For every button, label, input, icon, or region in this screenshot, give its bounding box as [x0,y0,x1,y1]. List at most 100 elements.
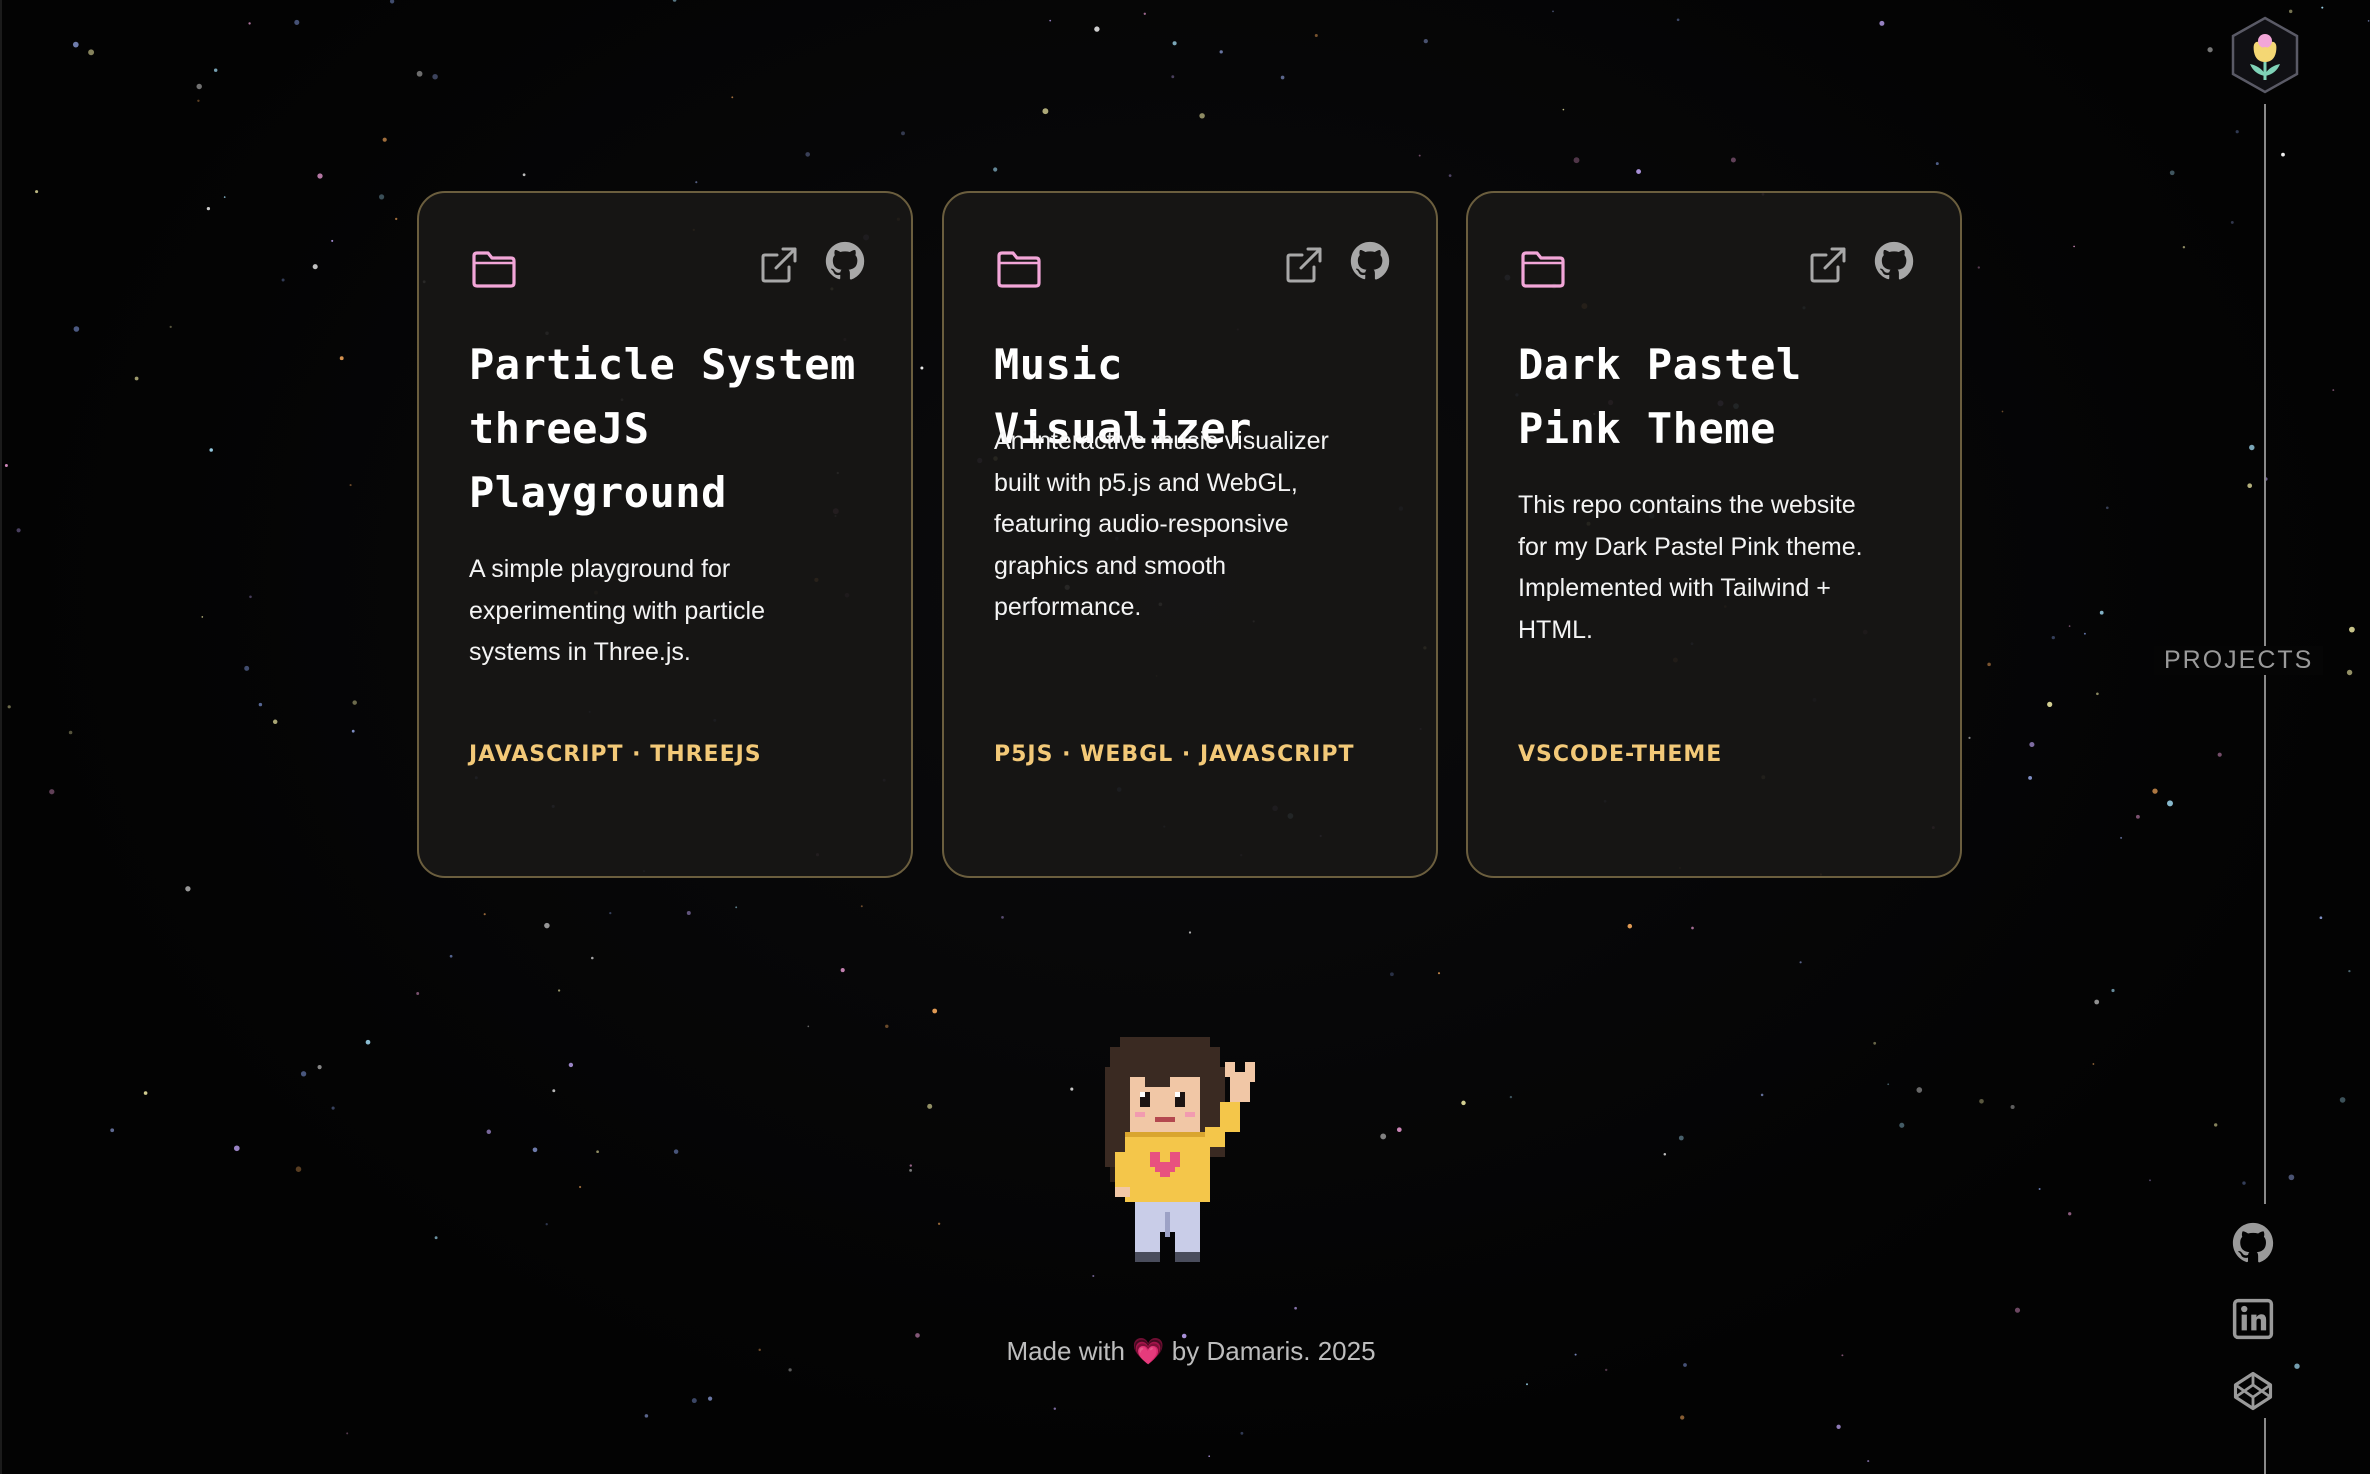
star [2319,916,2323,920]
star [449,954,453,958]
star [68,730,73,735]
star [197,99,200,103]
folder-icon [997,251,1041,288]
star [1636,169,1642,175]
star [88,49,95,56]
star [932,1008,938,1014]
star [1935,162,1939,166]
star [673,1149,679,1154]
star [1390,972,1394,977]
star [1987,662,1991,667]
project-title[interactable]: Dark Pastel Pink Theme [1518,333,1928,461]
star [2028,775,2033,780]
star [300,1071,307,1077]
star [196,83,202,90]
star [1171,75,1175,79]
github-icon[interactable] [825,241,865,281]
star [7,705,11,709]
star [1968,736,1971,739]
star [389,0,395,4]
star [1240,1431,1244,1435]
star [16,528,21,533]
codepen-icon[interactable] [2232,1370,2274,1412]
footer-prefix: Made with [1006,1336,1125,1366]
star [1437,972,1441,975]
star [686,911,691,915]
star [4,464,8,467]
github-icon[interactable] [2232,1222,2274,1264]
star [532,1147,538,1153]
star [483,913,486,916]
star [2288,1174,2295,1181]
star [349,484,352,487]
project-tags: JAVASCRIPT · THREEJS [469,742,762,767]
star [110,1128,115,1133]
star [486,1129,492,1135]
star [2281,152,2285,157]
star [805,152,811,157]
star [2288,9,2293,14]
linkedin-icon[interactable] [2232,1298,2274,1340]
star [346,1432,349,1435]
star [568,1062,574,1068]
star [2135,814,2140,819]
star [2242,1181,2246,1185]
tulip-hexagon-logo-icon[interactable] [2230,16,2300,94]
star [294,19,300,25]
star [2001,410,2004,413]
star [248,22,251,25]
star [579,1185,582,1189]
star [1418,154,1421,157]
star [2120,836,2123,839]
star [2249,444,2255,451]
github-icon[interactable] [1874,241,1914,281]
star [2348,969,2351,973]
star [395,217,398,221]
external-link-icon[interactable] [1284,245,1324,285]
star [1879,20,1885,26]
star [1676,18,1680,22]
star [1094,26,1100,32]
star [1423,38,1428,44]
star [2099,610,2104,615]
star [557,989,561,992]
star [72,41,79,48]
star [2092,1063,2095,1065]
star [544,922,550,929]
star [522,173,526,177]
star [2230,220,2234,224]
external-link-icon[interactable] [1808,245,1848,285]
star [731,96,734,99]
star [1208,1455,1211,1458]
star [1899,1122,1905,1128]
star [2152,788,2158,794]
star [2182,245,2186,249]
star [552,1089,556,1093]
star [2167,800,2173,807]
star [1873,1041,1877,1045]
heart-icon: 💗 [1132,1337,1165,1367]
star [1070,1087,1074,1091]
project-card: Particle System threeJS Playground A sim… [417,191,913,878]
star [707,1396,713,1401]
star [1042,108,1049,115]
star [2105,506,2109,510]
folder-icon [1521,251,1565,288]
star [920,366,924,370]
star [1049,19,1052,22]
star [672,0,677,2]
star [249,595,252,599]
project-description: A simple playground for experimenting wi… [469,555,765,666]
star [1836,1424,1841,1429]
external-link-icon[interactable] [759,245,799,285]
star [1760,1093,1764,1097]
github-icon[interactable] [1350,241,1390,281]
star [1143,12,1146,15]
star [2083,632,2086,635]
star [351,729,355,733]
project-description: An interactive music visualizer built wi… [994,427,1329,621]
star [2217,752,2222,757]
star [2096,692,2099,696]
star [281,278,285,282]
project-title[interactable]: Particle System threeJS Playground [469,333,879,525]
